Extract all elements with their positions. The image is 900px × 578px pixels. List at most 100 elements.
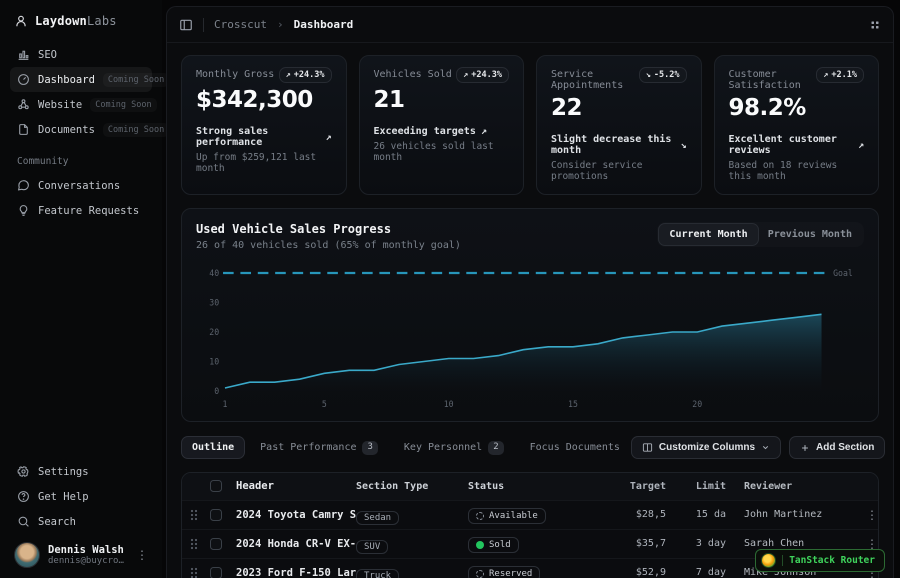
drag-handle-icon[interactable] [182,538,206,550]
network-icon [17,98,30,111]
brand-name: LaydownLabs [35,14,117,28]
stat-card-customer-satisfaction: Customer Satisfaction ↗+2.1% 98.2% Excel… [714,55,880,195]
chart-title: Used Vehicle Sales Progress [196,222,461,236]
column-status[interactable]: Status [468,481,592,492]
customize-columns-button[interactable]: Customize Columns [631,436,781,459]
trend-up-icon: ↗ [325,132,331,143]
sidebar-item-label: Settings [38,466,89,478]
svg-text:20: 20 [209,327,219,337]
sidebar-item-search[interactable]: Search [10,509,152,534]
stat-footnote-strong: Exceeding targets↗ [374,126,510,137]
user-logo-icon [14,14,28,28]
reviewer-cell: John Martinez [726,509,844,520]
stat-label: Service Appointments [551,67,639,91]
drag-handle-icon[interactable] [182,567,206,578]
add-section-button[interactable]: Add Section [789,436,885,459]
trend-badge: ↗+24.3% [279,67,332,83]
breadcrumb-parent[interactable]: Crosscut [214,18,267,31]
target-cell: $35,7 [592,538,666,549]
svg-text:30: 30 [209,297,219,307]
sidebar-toggle-icon[interactable] [179,18,193,32]
column-limit[interactable]: Limit [666,481,726,492]
sidebar-item-label: SEO [38,49,57,61]
trend-up-icon: ↗ [823,70,828,80]
row-kebab-icon[interactable]: ⋮ [866,538,878,550]
svg-text:40: 40 [209,268,219,278]
row-header-cell: 2024 Toyota Camry SE [236,509,356,521]
svg-text:10: 10 [209,356,219,366]
trend-up-icon: ↗ [286,70,291,80]
stats-grid: Monthly Gross ↗+24.3% $342,300 Strong sa… [181,55,879,195]
user-name: Dennis Walsh [48,544,128,556]
sidebar-item-seo[interactable]: SEO [10,42,152,67]
tab-outline[interactable]: Outline [181,436,245,459]
tanstack-router-devtools-badge[interactable]: TanStack Router [755,549,885,572]
columns-icon [642,442,653,453]
select-all-checkbox[interactable] [210,480,222,492]
grip-icon[interactable] [869,19,881,31]
range-toggle: Current Month Previous Month [657,222,864,247]
tab-key-personnel[interactable]: Key Personnel2 [393,435,515,461]
sidebar-item-label: Documents [38,124,95,136]
user-meta: Dennis Walsh dennis@buycrosscut.com [48,544,128,566]
row-checkbox[interactable] [210,509,222,521]
stat-value: 22 [551,95,687,121]
toggle-current-month[interactable]: Current Month [659,224,757,245]
gear-icon [17,465,30,478]
stat-label: Vehicles Sold [374,67,452,80]
sidebar-item-conversations[interactable]: Conversations [10,173,152,198]
sidebar: LaydownLabs SEO Dashboard Coming Soon We… [0,0,162,578]
sidebar-item-feature-requests[interactable]: Feature Requests [10,198,152,223]
row-checkbox[interactable] [210,567,222,578]
stat-footnote-strong: Slight decrease this month↘ [551,134,687,156]
user-menu[interactable]: Dennis Walsh dennis@buycrosscut.com ⋮ [10,534,152,570]
coming-soon-badge: Coming Soon [103,73,169,87]
area-chart: Goal 010203040 15101520 [196,261,864,413]
row-checkbox[interactable] [210,538,222,550]
row-kebab-icon[interactable]: ⋮ [866,509,878,521]
column-target[interactable]: Target [592,481,666,492]
sidebar-item-label: Website [38,99,82,111]
toggle-previous-month[interactable]: Previous Month [758,224,862,245]
sidebar-item-get-help[interactable]: Get Help [10,484,152,509]
svg-text:15: 15 [568,399,578,409]
trend-down-icon: ↘ [646,70,651,80]
stat-label: Customer Satisfaction [729,67,817,91]
user-email: dennis@buycrosscut.com [48,556,128,566]
sidebar-item-website[interactable]: Website Coming Soon [10,92,152,117]
tab-focus-documents[interactable]: Focus Documents [519,436,631,459]
limit-cell: 15 da [666,509,726,520]
tab-count-badge: 3 [362,441,377,455]
sidebar-item-documents[interactable]: Documents Coming Soon [10,117,152,142]
avatar [14,542,40,568]
stat-footnote-muted: 26 vehicles sold last month [374,141,510,163]
bar-chart-icon [17,48,30,61]
tanstack-divider [782,555,783,566]
lightbulb-icon [17,204,30,217]
chat-bubble-icon [17,179,30,192]
search-icon [17,515,30,528]
column-section-type[interactable]: Section Type [356,481,468,492]
community-section-label: Community [17,156,145,167]
table-row[interactable]: 2024 Toyota Camry SE Sedan Available $28… [182,500,878,529]
column-header[interactable]: Header [236,480,356,492]
tab-past-performance[interactable]: Past Performance3 [249,435,389,461]
drag-handle-icon[interactable] [182,509,206,521]
chart-heading: Used Vehicle Sales Progress 26 of 40 veh… [196,222,461,251]
sidebar-item-label: Feature Requests [38,205,139,217]
stat-value: 21 [374,87,510,113]
target-cell: $28,5 [592,509,666,520]
status-sold-dot-icon [476,541,484,549]
column-reviewer[interactable]: Reviewer [726,481,844,492]
user-kebab-icon[interactable]: ⋮ [136,549,148,561]
section-type-badge: Sedan [356,511,399,525]
x-axis-ticks: 15101520 [222,399,702,409]
sidebar-item-dashboard[interactable]: Dashboard Coming Soon [10,67,152,92]
sidebar-item-settings[interactable]: Settings [10,459,152,484]
file-icon [17,123,30,136]
brand[interactable]: LaydownLabs [10,10,152,42]
status-badge: Reserved [468,566,540,578]
stat-card-monthly-gross: Monthly Gross ↗+24.3% $342,300 Strong sa… [181,55,347,195]
trend-up-icon: ↗ [481,126,487,137]
limit-cell: 7 day [666,567,726,578]
